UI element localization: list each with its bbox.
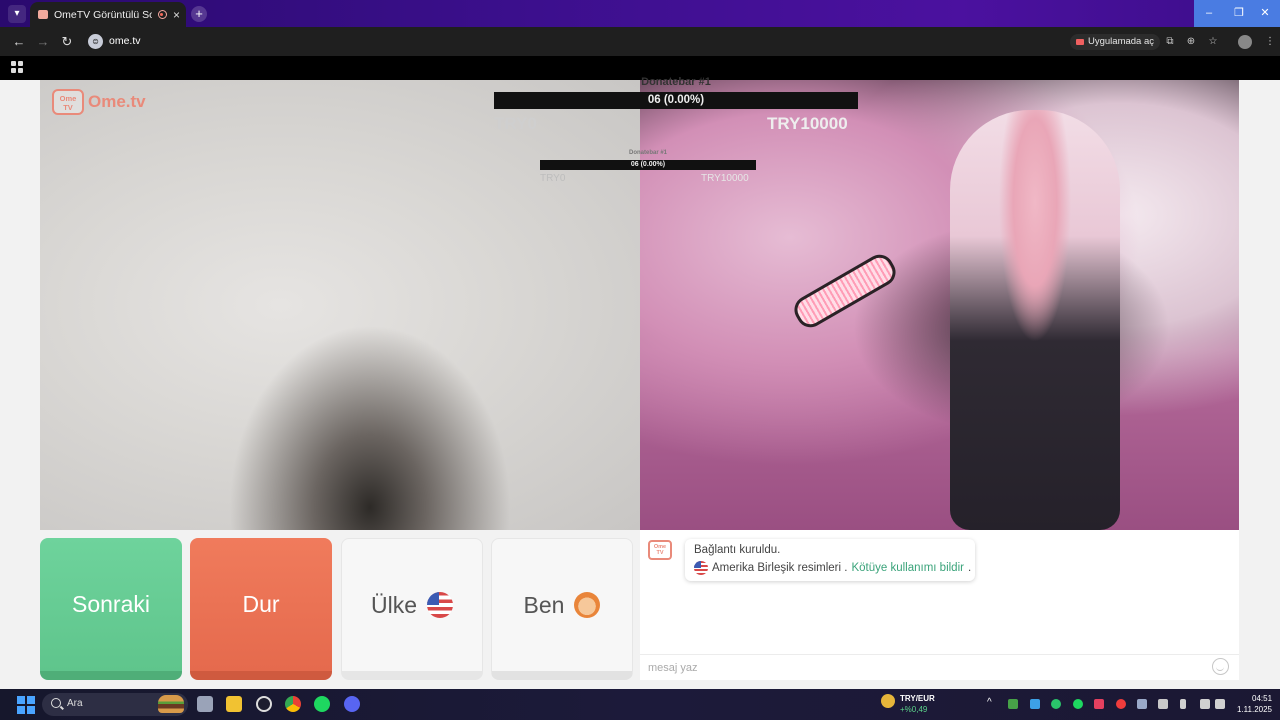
remote-person-image bbox=[950, 110, 1120, 530]
chat-ometv-icon: Ome TV bbox=[648, 540, 672, 560]
remote-video bbox=[640, 80, 1239, 530]
url-text: ome.tv bbox=[109, 35, 141, 47]
chrome-icon[interactable] bbox=[285, 696, 301, 712]
donatebar-small-max: TRY10000 bbox=[701, 173, 749, 184]
taskbar-search-label: Ara bbox=[67, 698, 83, 709]
tab-close-button[interactable]: × bbox=[173, 8, 180, 22]
address-bar[interactable]: ⊜ ome.tv bbox=[84, 30, 1158, 53]
volume-icon[interactable] bbox=[1215, 699, 1225, 709]
burger-widget-icon[interactable] bbox=[158, 695, 184, 713]
tray-spotify-icon[interactable] bbox=[1073, 699, 1083, 709]
new-tab-button[interactable]: + bbox=[191, 6, 207, 22]
tray-app-icon-4[interactable] bbox=[1094, 699, 1104, 709]
microphone-icon[interactable] bbox=[1180, 699, 1186, 709]
country-button-label: Ülke bbox=[370, 591, 417, 618]
clock-date[interactable]: 1.11.2025 bbox=[1237, 705, 1272, 714]
ometv-logo: Ome TV Ome.tv bbox=[52, 89, 146, 115]
tray-app-icon-3[interactable] bbox=[1051, 699, 1061, 709]
obs-icon[interactable] bbox=[256, 696, 272, 712]
window-minimize-button[interactable]: – bbox=[1194, 0, 1224, 27]
connection-message: Bağlantı kuruldu. bbox=[694, 544, 781, 556]
tray-cloud-icon[interactable] bbox=[1158, 699, 1168, 709]
windows-taskbar bbox=[0, 689, 1280, 720]
ometv-favicon-icon bbox=[38, 10, 48, 19]
logo-text: Ome.tv bbox=[88, 92, 146, 111]
us-flag-icon bbox=[427, 592, 453, 618]
tray-steam-icon[interactable] bbox=[1137, 699, 1147, 709]
spotify-icon[interactable] bbox=[314, 696, 330, 712]
country-message-text: Amerika Birleşik resimleri . bbox=[712, 562, 848, 574]
message-input[interactable] bbox=[648, 660, 1188, 676]
country-message: Amerika Birleşik resimleri . Kötüye kull… bbox=[694, 561, 971, 575]
stop-button-label: Dur bbox=[242, 591, 280, 617]
donatebar-title: Donatebar #1 bbox=[641, 76, 711, 88]
discord-icon[interactable] bbox=[344, 696, 360, 712]
us-flag-icon bbox=[694, 561, 708, 575]
tray-app-icon-1[interactable] bbox=[1008, 699, 1018, 709]
tab-search-button[interactable]: ▾ bbox=[8, 5, 26, 23]
ticker-change: +%0,49 bbox=[900, 705, 928, 714]
tab-title: OmeTV Görüntülü Sohbet - bbox=[54, 8, 152, 21]
tray-expand-icon[interactable]: ^ bbox=[987, 697, 992, 708]
local-video bbox=[40, 80, 640, 530]
tray-app-icon-5[interactable] bbox=[1116, 699, 1126, 709]
zoom-icon[interactable]: ⊕ bbox=[1184, 35, 1198, 49]
ticker-icon bbox=[881, 694, 895, 708]
apps-grid-icon[interactable] bbox=[11, 61, 23, 73]
site-info-icon[interactable]: ⊜ bbox=[88, 34, 103, 49]
donatebar-small-min: TRY0 bbox=[540, 173, 566, 184]
report-abuse-link[interactable]: Kötüye kullanımı bildir bbox=[851, 562, 964, 574]
donatebar-min: TRY0 bbox=[494, 114, 537, 133]
woman-avatar-icon bbox=[574, 592, 601, 618]
logo-tv-icon: Ome TV bbox=[52, 89, 84, 115]
bookmark-star-icon[interactable]: ☆ bbox=[1206, 35, 1220, 49]
back-arrow-icon[interactable]: ← bbox=[10, 33, 28, 51]
windows-start-icon[interactable] bbox=[17, 696, 35, 714]
file-explorer-icon[interactable] bbox=[226, 696, 242, 712]
network-icon[interactable] bbox=[1200, 699, 1210, 709]
tray-app-icon-2[interactable] bbox=[1030, 699, 1040, 709]
translate-icon[interactable]: ⧉ bbox=[1163, 35, 1177, 49]
forward-arrow-icon[interactable]: → bbox=[34, 33, 52, 51]
profile-avatar-icon[interactable] bbox=[1238, 35, 1252, 49]
gender-button[interactable]: Ben bbox=[491, 538, 633, 680]
emoji-icon[interactable] bbox=[1212, 658, 1229, 675]
donatebar-max: TRY10000 bbox=[767, 114, 848, 133]
open-in-app-button[interactable]: Uygulamada aç bbox=[1070, 34, 1161, 50]
country-button[interactable]: Ülke bbox=[341, 538, 483, 680]
menu-dots-icon[interactable]: ⋮ bbox=[1263, 35, 1277, 49]
donatebar-progress: 06 (0.00%) bbox=[494, 92, 858, 109]
gender-button-label: Ben bbox=[523, 591, 565, 618]
app-icon bbox=[1076, 39, 1084, 45]
open-in-app-label: Uygulamada aç bbox=[1088, 36, 1155, 47]
next-button[interactable]: Sonraki bbox=[40, 538, 182, 680]
window-close-button[interactable]: ✕ bbox=[1250, 0, 1280, 27]
donatebar-small-progress: 06 (0.00%) bbox=[540, 160, 756, 170]
clock-time[interactable]: 04:51 bbox=[1252, 694, 1272, 703]
browser-tab[interactable]: OmeTV Görüntülü Sohbet - × bbox=[30, 2, 186, 27]
ticker-name[interactable]: TRY/EUR bbox=[900, 694, 935, 703]
task-view-icon[interactable] bbox=[197, 696, 213, 712]
chat-input-row bbox=[640, 654, 1239, 680]
stop-button[interactable]: Dur bbox=[190, 538, 332, 680]
report-suffix: . bbox=[967, 562, 972, 574]
next-button-label: Sonraki bbox=[72, 591, 150, 617]
reload-icon[interactable]: ↻ bbox=[58, 33, 76, 51]
donatebar-small-title: Donatebar #1 bbox=[628, 150, 667, 156]
search-icon bbox=[51, 698, 61, 708]
recording-icon bbox=[157, 10, 167, 19]
